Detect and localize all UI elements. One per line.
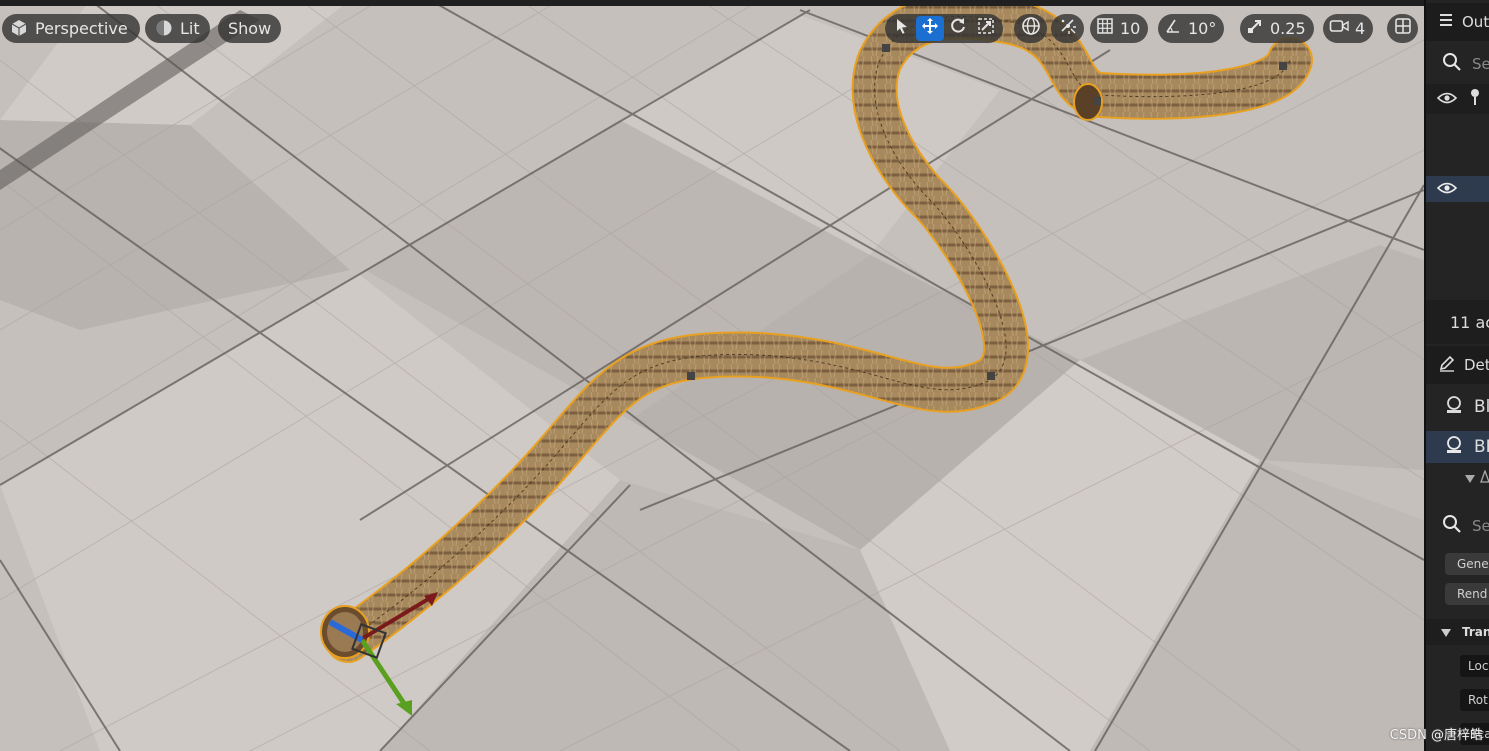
cube-icon [10,19,28,37]
rotate-tool-button[interactable] [944,16,972,41]
collapse-triangle-icon[interactable] [1440,623,1452,642]
view-mode-label: Perspective [35,18,128,38]
surface-snap-button[interactable] [1051,13,1084,43]
show-button[interactable]: Show [218,13,282,43]
scale-icon [977,17,995,39]
lit-label: Lit [180,18,200,38]
angle-icon [1164,17,1182,39]
visibility-eye-icon[interactable] [1436,90,1458,109]
rotation-row[interactable]: Rot [1426,686,1489,714]
details-search-icon [1442,514,1462,538]
details-search-input[interactable]: Se [1426,510,1489,542]
details-component-row[interactable]: BF [1426,431,1489,463]
globe-icon [1021,16,1041,40]
expand-triangle-icon[interactable] [1464,469,1476,488]
outliner-search-input[interactable]: Se [1426,48,1489,80]
side-panels: Out Se 11 ac Det Bl BF Se Gene Rend Tran… [1424,0,1489,751]
scale-snap-value: 0.25 [1270,18,1306,38]
viewport-layout-button[interactable] [1387,13,1418,43]
row-visibility-eye-icon[interactable] [1436,180,1458,199]
csdn-watermark: CSDN @唐梓皓 [1389,728,1483,743]
general-filter-button[interactable]: Gene [1445,553,1489,575]
blueprint-actor-icon [1444,395,1464,419]
transform-tools-group [885,13,1003,43]
component-tree-child[interactable] [1426,468,1489,488]
rotate-icon [949,17,967,39]
lit-mode-button[interactable]: Lit [145,13,210,43]
lit-sphere-icon [155,19,173,37]
camera-speed-value: 4 [1355,18,1366,38]
details-component-label: BF [1474,437,1489,457]
rendering-filter-button[interactable]: Rend [1445,583,1489,605]
layout-grid-icon [1394,17,1412,39]
coordinate-space-button[interactable] [1014,13,1047,43]
actor-count-label: 11 ac [1450,312,1489,332]
outliner-tab-label: Out [1462,13,1489,31]
rotation-snap-value: 10° [1188,18,1217,38]
select-tool-button[interactable] [888,16,916,41]
child-component-icon [1480,468,1489,488]
rotation-label[interactable]: Rot [1460,689,1489,711]
scale-tool-button[interactable] [972,16,1000,41]
rotation-snap-button[interactable]: 10° [1158,13,1225,43]
outliner-selected-row[interactable] [1426,176,1489,202]
view-mode-button[interactable]: Perspective [2,13,140,43]
details-object-label: Bl [1474,397,1489,417]
grid-snap-value: 10 [1120,18,1141,38]
viewport-top-border [0,0,1424,6]
show-label: Show [228,18,272,38]
level-viewport[interactable]: Perspective Lit Show 10 10° 0.25 4 [0,0,1424,751]
transform-section-header[interactable]: Trans [1426,619,1489,645]
search-icon [1442,52,1462,76]
camera-icon [1329,17,1349,39]
scale-snap-button[interactable]: 0.25 [1240,13,1314,43]
translate-tool-button[interactable] [916,15,944,41]
camera-speed-button[interactable]: 4 [1323,13,1374,43]
location-row[interactable]: Loc [1426,652,1489,680]
details-search-placeholder: Se [1472,517,1489,535]
viewport-scene[interactable] [0,0,1424,751]
details-tab[interactable]: Det [1426,346,1489,384]
grid-snap-button[interactable]: 10 [1090,13,1149,43]
transform-section-label: Trans [1462,625,1489,639]
outliner-search-placeholder: Se [1472,55,1489,73]
pencil-icon [1438,354,1456,376]
grid-icon [1096,17,1114,39]
details-object-row: Bl [1426,390,1489,424]
details-tab-label: Det [1464,356,1489,374]
surface-snap-icon [1058,16,1078,40]
component-icon [1444,435,1464,459]
outliner-column-header [1426,84,1489,114]
outliner-tab[interactable]: Out [1426,3,1489,41]
pin-icon[interactable] [1469,88,1481,110]
scale-snap-icon [1246,17,1264,39]
move-arrows-icon [921,17,939,39]
outliner-list-icon [1438,12,1454,32]
location-label[interactable]: Loc [1460,655,1489,677]
cursor-icon [895,18,909,38]
outliner-footer: 11 ac [1426,300,1489,344]
